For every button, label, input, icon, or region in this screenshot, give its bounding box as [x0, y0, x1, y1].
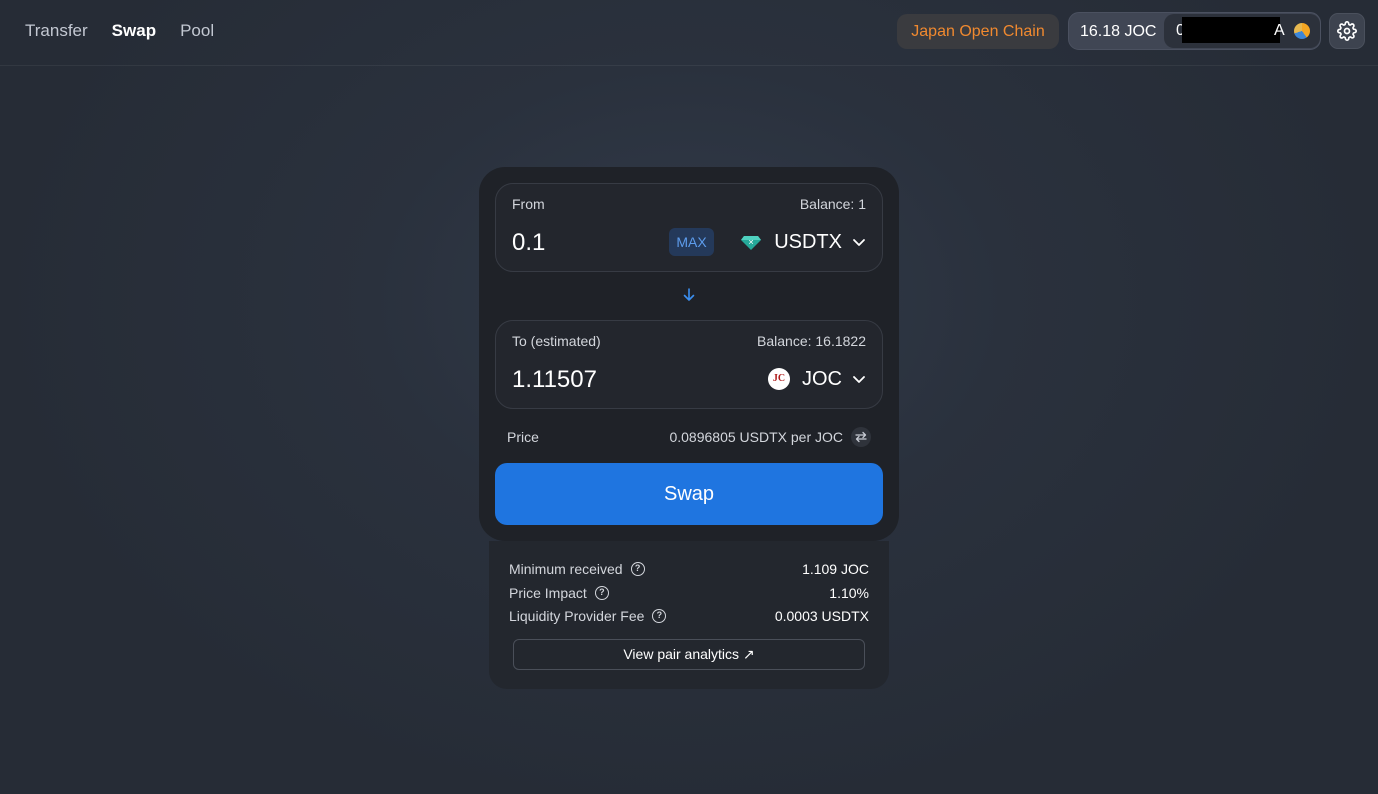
max-button[interactable]: MAX [669, 228, 714, 256]
question-circle-icon[interactable]: ? [630, 562, 645, 576]
top-bar: Transfer Swap Pool Japan Open Chain 16.1… [0, 0, 1378, 66]
minimum-received-label: Minimum received ? [509, 561, 645, 577]
price-impact-label: Price Impact ? [509, 585, 609, 601]
invert-price-button[interactable] [851, 427, 871, 447]
gear-icon [1337, 21, 1357, 41]
price-impact-row: Price Impact ? 1.10% [509, 585, 869, 603]
swap-card: From Balance: 1 MAX ✕ USDTX To (estimate… [479, 167, 899, 541]
price-label: Price [507, 429, 539, 445]
from-amount-input[interactable] [512, 228, 662, 258]
to-balance: Balance: 16.1822 [757, 333, 866, 349]
settings-button[interactable] [1329, 13, 1365, 49]
account-address-button[interactable]: 0 A [1164, 14, 1320, 48]
from-label: From [512, 196, 545, 212]
question-circle-icon[interactable]: ? [652, 609, 667, 623]
account-balance: 16.18 JOC [1080, 23, 1157, 40]
minimum-received-value: 1.109 JOC [802, 561, 869, 577]
view-pair-analytics-button[interactable]: View pair analytics ↗ [513, 639, 865, 670]
lp-fee-row: Liquidity Provider Fee ? 0.0003 USDTX [509, 608, 869, 626]
network-button[interactable]: Japan Open Chain [897, 14, 1059, 49]
redacted-address [1182, 17, 1280, 43]
to-token-name: JOC [802, 367, 842, 390]
from-token-name: USDTX [774, 230, 842, 253]
lp-fee-value: 0.0003 USDTX [774, 608, 869, 624]
svg-text:✕: ✕ [748, 239, 754, 247]
swap-details: Minimum received ? 1.109 JOC Price Impac… [489, 541, 889, 689]
nav-swap[interactable]: Swap [112, 20, 156, 42]
price-value: 0.0896805 USDTX per JOC [669, 429, 843, 445]
to-amount-input[interactable] [512, 365, 662, 395]
account-avatar-icon [1294, 23, 1310, 39]
swap-arrows-icon [855, 431, 867, 443]
nav-pool[interactable]: Pool [180, 20, 214, 42]
from-balance: Balance: 1 [799, 196, 866, 212]
joc-token-icon: JC [768, 368, 790, 390]
minimum-received-text: Minimum received [509, 561, 623, 577]
from-panel: From Balance: 1 MAX ✕ USDTX [495, 183, 883, 272]
price-impact-text: Price Impact [509, 585, 587, 601]
price-impact-value: 1.10% [829, 585, 869, 601]
usdtx-token-icon: ✕ [741, 236, 762, 250]
nav-transfer[interactable]: Transfer [25, 20, 88, 42]
switch-direction-arrow-icon[interactable] [682, 287, 696, 303]
account-address-tail: A [1274, 22, 1285, 39]
to-token-select[interactable]: JC JOC [768, 363, 866, 395]
chevron-down-icon [853, 376, 865, 383]
swap-button[interactable]: Swap [495, 463, 883, 525]
account-widget[interactable]: 16.18 JOC 0 A [1068, 12, 1321, 50]
chevron-down-icon [853, 239, 865, 246]
lp-fee-label: Liquidity Provider Fee ? [509, 608, 667, 624]
minimum-received-row: Minimum received ? 1.109 JOC [509, 561, 869, 579]
from-token-select[interactable]: ✕ USDTX [740, 226, 866, 258]
price-row: Price 0.0896805 USDTX per JOC [507, 427, 871, 447]
lp-fee-text: Liquidity Provider Fee [509, 608, 645, 624]
to-panel: To (estimated) Balance: 16.1822 JC JOC [495, 320, 883, 409]
question-circle-icon[interactable]: ? [594, 586, 609, 600]
main-nav: Transfer Swap Pool [25, 20, 214, 42]
to-label: To (estimated) [512, 333, 601, 349]
